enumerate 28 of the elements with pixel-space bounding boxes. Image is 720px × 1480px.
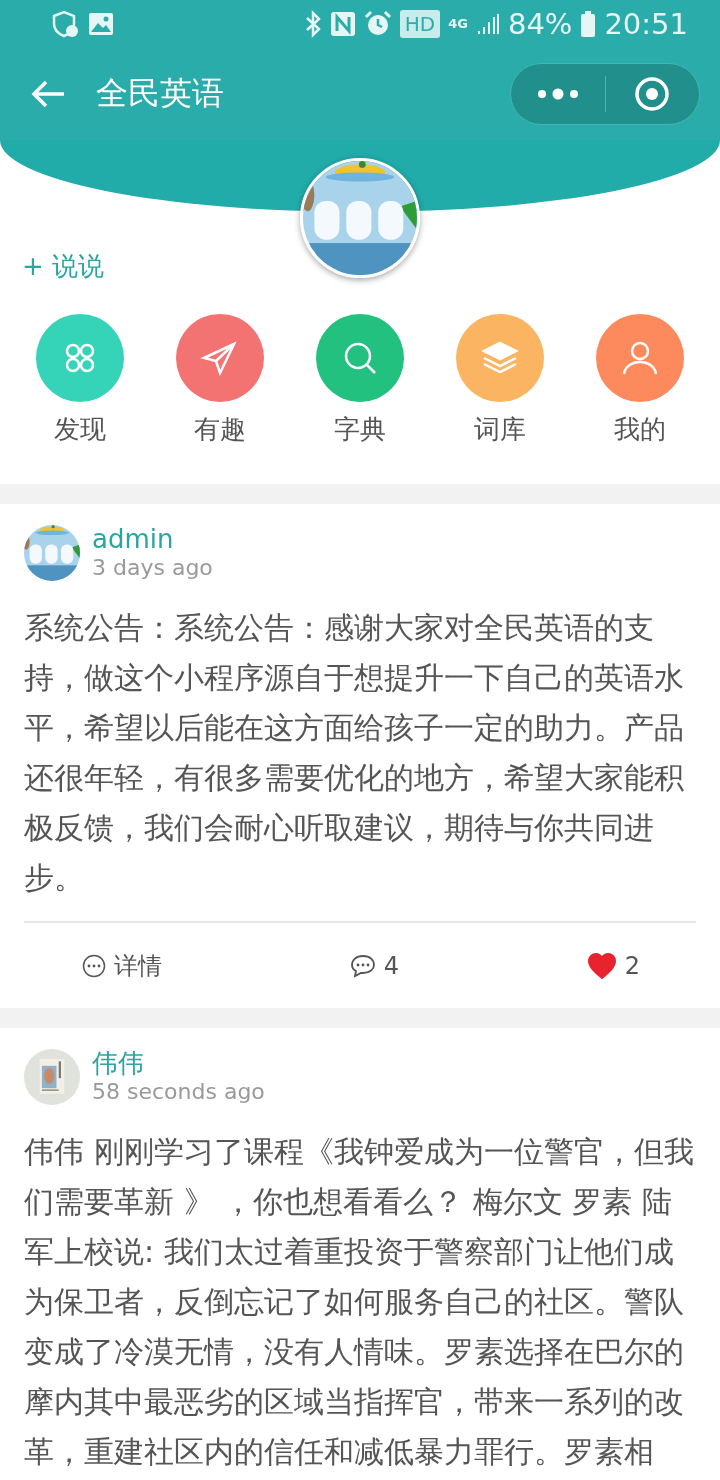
more-circle-icon	[82, 953, 106, 978]
post-text: 系统公告：系统公告：感谢大家对全民英语的支持，做这个小程序源自于想提升一下自己的英语水平，希望以后能在这方面给孩子一定的助力。产品还很年轻，有很多需要优化的地方，希望大家能积极反馈，我们会耐心听取建议，期待与你共同进步。	[24, 609, 685, 897]
post-text: 伟伟 刚刚学习了课程《我钟爱成为一位警官，但我们需要革新 》 ，你也想看看么？ 梅尔文 罗素 陆军上校说: 我们太过着重投资于警察部门让他们成为保卫者，反倒忘记了如何服务自己的社区。警队变成了冷漠无情，没有人情味。罗素选择在巴尔的摩内其中最恶劣的区域当指挥官，带来一系列的改革，重建社区内的信任和减低暴力罪行。罗素相	[24, 1133, 695, 1471]
comment-icon	[349, 953, 376, 978]
signal-icon	[475, 12, 500, 36]
nav-item[interactable]: 字典	[300, 314, 420, 447]
more-icon	[535, 88, 580, 100]
nfc-icon	[329, 11, 356, 37]
nav-item[interactable]: 词库	[440, 314, 560, 447]
shield-icon	[50, 10, 80, 38]
nav-item[interactable]: 有趣	[160, 314, 280, 447]
comment-button[interactable]: 4	[349, 951, 399, 980]
battery-icon	[580, 10, 597, 38]
back-arrow-icon[interactable]	[30, 79, 66, 109]
alarm-icon	[363, 10, 392, 38]
nav-item[interactable]: 发现	[20, 314, 140, 447]
hd-badge: HD	[399, 10, 441, 38]
like-button[interactable]: 2	[586, 951, 640, 980]
network-label: 4G	[448, 17, 468, 31]
clock-time: 20:51	[604, 7, 688, 41]
post-time: 58 seconds ago	[92, 1078, 265, 1106]
page-title: 全民英语	[96, 73, 225, 114]
post-time: 3 days ago	[92, 554, 213, 582]
target-icon	[634, 76, 671, 112]
battery-percent: 84%	[507, 7, 573, 41]
nav-item[interactable]: 我的	[580, 314, 700, 447]
image-icon	[88, 12, 114, 36]
detail-button[interactable]: 详情	[82, 949, 162, 982]
